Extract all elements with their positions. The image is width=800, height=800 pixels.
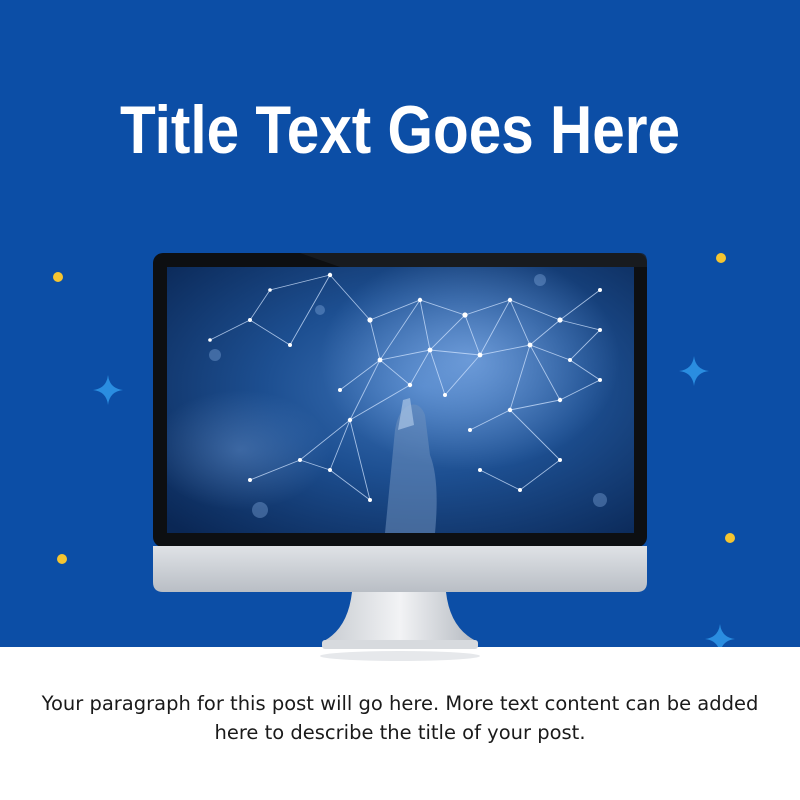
sparkle-icon — [93, 375, 123, 405]
social-post-canvas: Title Text Goes Here Your paragraph for … — [0, 0, 800, 800]
yellow-dot-icon — [57, 554, 67, 564]
yellow-dot-icon — [716, 253, 726, 263]
yellow-dot-icon — [725, 533, 735, 543]
sparkle-icon — [679, 356, 709, 386]
post-title: Title Text Goes Here — [119, 92, 681, 168]
yellow-dot-icon — [53, 272, 63, 282]
sparkle-icon — [705, 624, 735, 647]
post-paragraph: Your paragraph for this post will go her… — [41, 692, 759, 744]
blue-header-panel: Title Text Goes Here — [0, 0, 800, 647]
